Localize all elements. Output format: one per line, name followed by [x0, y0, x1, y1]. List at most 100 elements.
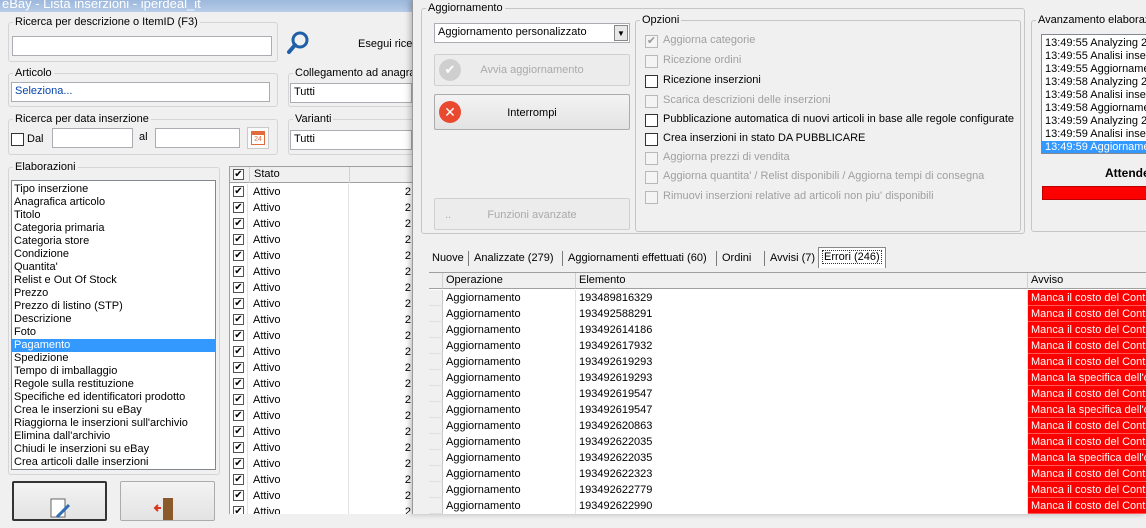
error-row[interactable]: Aggiornamento 193492622323 Manca il costo …	[429, 466, 1146, 482]
row-header[interactable]	[429, 370, 443, 386]
error-row[interactable]: Aggiornamento 193492622035 Manca il costo …	[429, 434, 1146, 450]
elaborazioni-item[interactable]: Categoria primaria	[12, 222, 215, 235]
elaborazioni-item[interactable]: Specifiche ed identificatori prodotto	[12, 391, 215, 404]
elaborazioni-item[interactable]: Tipo inserzione	[12, 183, 215, 196]
listing-row[interactable]: ✔ Attivo 2	[230, 360, 412, 376]
articolo-select[interactable]: Seleziona...	[11, 82, 270, 102]
log-entry[interactable]: 13:49:59 Aggiornamen	[1042, 141, 1146, 153]
elaborazioni-item[interactable]: Crea articoli dalle inserzioni	[12, 456, 215, 469]
listing-row[interactable]: ✔ Attivo 2	[230, 344, 412, 360]
elaborazioni-item[interactable]: Tempo di imballaggio	[12, 365, 215, 378]
option-checkbox[interactable]	[645, 114, 658, 127]
tab-3[interactable]: Ordini	[719, 248, 754, 268]
listing-row[interactable]: ✔ Attivo 2	[230, 248, 412, 264]
row-header[interactable]	[429, 306, 443, 322]
elaborazioni-item[interactable]: Spedizione	[12, 352, 215, 365]
error-row[interactable]: Aggiornamento 193492614186 Manca il costo …	[429, 322, 1146, 338]
chevron-down-icon[interactable]: ▼	[614, 25, 628, 41]
option-checkbox[interactable]	[645, 133, 658, 146]
listing-checkbox[interactable]: ✔	[233, 330, 244, 341]
elaborazioni-item[interactable]: Categoria store	[12, 235, 215, 248]
listing-checkbox[interactable]: ✔	[233, 346, 244, 357]
listing-row[interactable]: ✔ Attivo 2	[230, 232, 412, 248]
error-row[interactable]: Aggiornamento 193492617932 Manca il costo …	[429, 338, 1146, 354]
elemento-header[interactable]: Elemento	[576, 273, 1028, 289]
edit-button[interactable]	[12, 481, 107, 521]
row-header[interactable]	[429, 322, 443, 338]
tab-5[interactable]: Errori (246)	[818, 247, 886, 268]
listing-checkbox[interactable]: ✔	[233, 218, 244, 229]
listing-checkbox[interactable]: ✔	[233, 378, 244, 389]
error-row[interactable]: Aggiornamento 193492619547 Manca il costo …	[429, 386, 1146, 402]
listing-checkbox[interactable]: ✔	[233, 186, 244, 197]
listing-row[interactable]: ✔ Attivo 2	[230, 264, 412, 280]
collegamento-select[interactable]: Tutti	[290, 83, 412, 103]
avviso-header[interactable]: Avviso	[1028, 273, 1146, 289]
listing-row[interactable]: ✔ Attivo 2	[230, 200, 412, 216]
listing-checkbox[interactable]: ✔	[233, 506, 244, 514]
listing-row[interactable]: ✔ Attivo 2	[230, 392, 412, 408]
error-row[interactable]: Aggiornamento 193492619293 Manca la specif…	[429, 370, 1146, 386]
listing-checkbox[interactable]: ✔	[233, 250, 244, 261]
log-entry[interactable]: 13:49:55 Analisi inser	[1042, 50, 1146, 63]
row-header[interactable]	[429, 386, 443, 402]
elaborazioni-item[interactable]: Pagamento	[12, 339, 215, 352]
search-icon[interactable]	[284, 28, 314, 58]
option-checkbox[interactable]	[645, 75, 658, 88]
listing-checkbox[interactable]: ✔	[233, 298, 244, 309]
listing-row[interactable]: ✔ Attivo 2	[230, 472, 412, 488]
log-entry[interactable]: 13:49:59 Analisi inser	[1042, 128, 1146, 141]
row-header[interactable]	[429, 418, 443, 434]
listings-grid[interactable]: ✔ Stato ✔ Attivo 2 ✔ Attivo 2 ✔ Attivo 2 ✔ Attivo 2…	[229, 166, 412, 514]
error-row[interactable]: Aggiornamento 193492622990 Manca il costo …	[429, 498, 1146, 514]
error-row[interactable]: Aggiornamento 193492588291 Manca il costo …	[429, 306, 1146, 322]
listing-checkbox[interactable]: ✔	[233, 234, 244, 245]
listing-checkbox[interactable]: ✔	[233, 410, 244, 421]
elaborazioni-item[interactable]: Titolo	[12, 209, 215, 222]
row-header[interactable]	[429, 450, 443, 466]
row-header[interactable]	[429, 354, 443, 370]
elaborazioni-item[interactable]: Riaggiorna le inserzioni sull'archivio	[12, 417, 215, 430]
listing-checkbox[interactable]: ✔	[233, 314, 244, 325]
avvia-aggiornamento-button[interactable]: ✔ Avvia aggiornamento	[434, 54, 630, 86]
listing-row[interactable]: ✔ Attivo 2	[230, 280, 412, 296]
listing-row[interactable]: ✔ Attivo 2	[230, 376, 412, 392]
funzioni-avanzate-button[interactable]: .. Funzioni avanzate	[434, 198, 630, 230]
listing-checkbox[interactable]: ✔	[233, 202, 244, 213]
row-header[interactable]	[429, 290, 443, 306]
elaborazioni-list[interactable]: Tipo inserzione Anagrafica articolo Titolo…	[11, 180, 216, 470]
dal-checkbox[interactable]	[11, 133, 24, 146]
row-header[interactable]	[429, 338, 443, 354]
listing-row[interactable]: ✔ Attivo 2	[230, 488, 412, 504]
listing-row[interactable]: ✔ Attivo 2	[230, 296, 412, 312]
listing-row[interactable]: ✔ Attivo 2	[230, 328, 412, 344]
elaborazioni-item[interactable]: Quantita'	[12, 261, 215, 274]
log-entry[interactable]: 13:49:55 Analyzing 2	[1042, 37, 1146, 50]
operazione-header[interactable]: Operazione	[443, 273, 576, 289]
log-entry[interactable]: 13:49:58 Analyzing 2	[1042, 76, 1146, 89]
stato-header[interactable]: Stato	[249, 167, 350, 183]
error-row[interactable]: Aggiornamento 193492619547 Manca la specif…	[429, 402, 1146, 418]
listing-checkbox[interactable]: ✔	[233, 362, 244, 373]
listing-row[interactable]: ✔ Attivo 2	[230, 424, 412, 440]
error-row[interactable]: Aggiornamento 193492620863 Manca il costo …	[429, 418, 1146, 434]
elaborazioni-item[interactable]: Prezzo	[12, 287, 215, 300]
option-5[interactable]: Pubblicazione automatica di nuovi artico…	[645, 113, 1014, 127]
listing-checkbox[interactable]: ✔	[233, 442, 244, 453]
exit-button[interactable]	[120, 481, 215, 521]
search-input[interactable]	[12, 36, 272, 56]
tab-4[interactable]: Avvisi (7)	[767, 248, 818, 268]
date-to-input[interactable]	[155, 128, 240, 148]
calendar-icon[interactable]: 24	[247, 127, 269, 149]
row-header[interactable]	[429, 466, 443, 482]
elaborazioni-item[interactable]: Descrizione	[12, 313, 215, 326]
listing-row[interactable]: ✔ Attivo 2	[230, 312, 412, 328]
log-entry[interactable]: 13:49:58 Analisi inser	[1042, 89, 1146, 102]
tab-1[interactable]: Analizzate (279)	[471, 248, 557, 268]
varianti-select[interactable]: Tutti	[290, 130, 412, 150]
row-header[interactable]	[429, 402, 443, 418]
listing-checkbox[interactable]: ✔	[233, 266, 244, 277]
listing-checkbox[interactable]: ✔	[233, 490, 244, 501]
errors-grid[interactable]: Operazione Elemento Avviso Aggiornamento…	[429, 272, 1146, 514]
elaborazioni-item[interactable]: Chiudi le inserzioni su eBay	[12, 443, 215, 456]
